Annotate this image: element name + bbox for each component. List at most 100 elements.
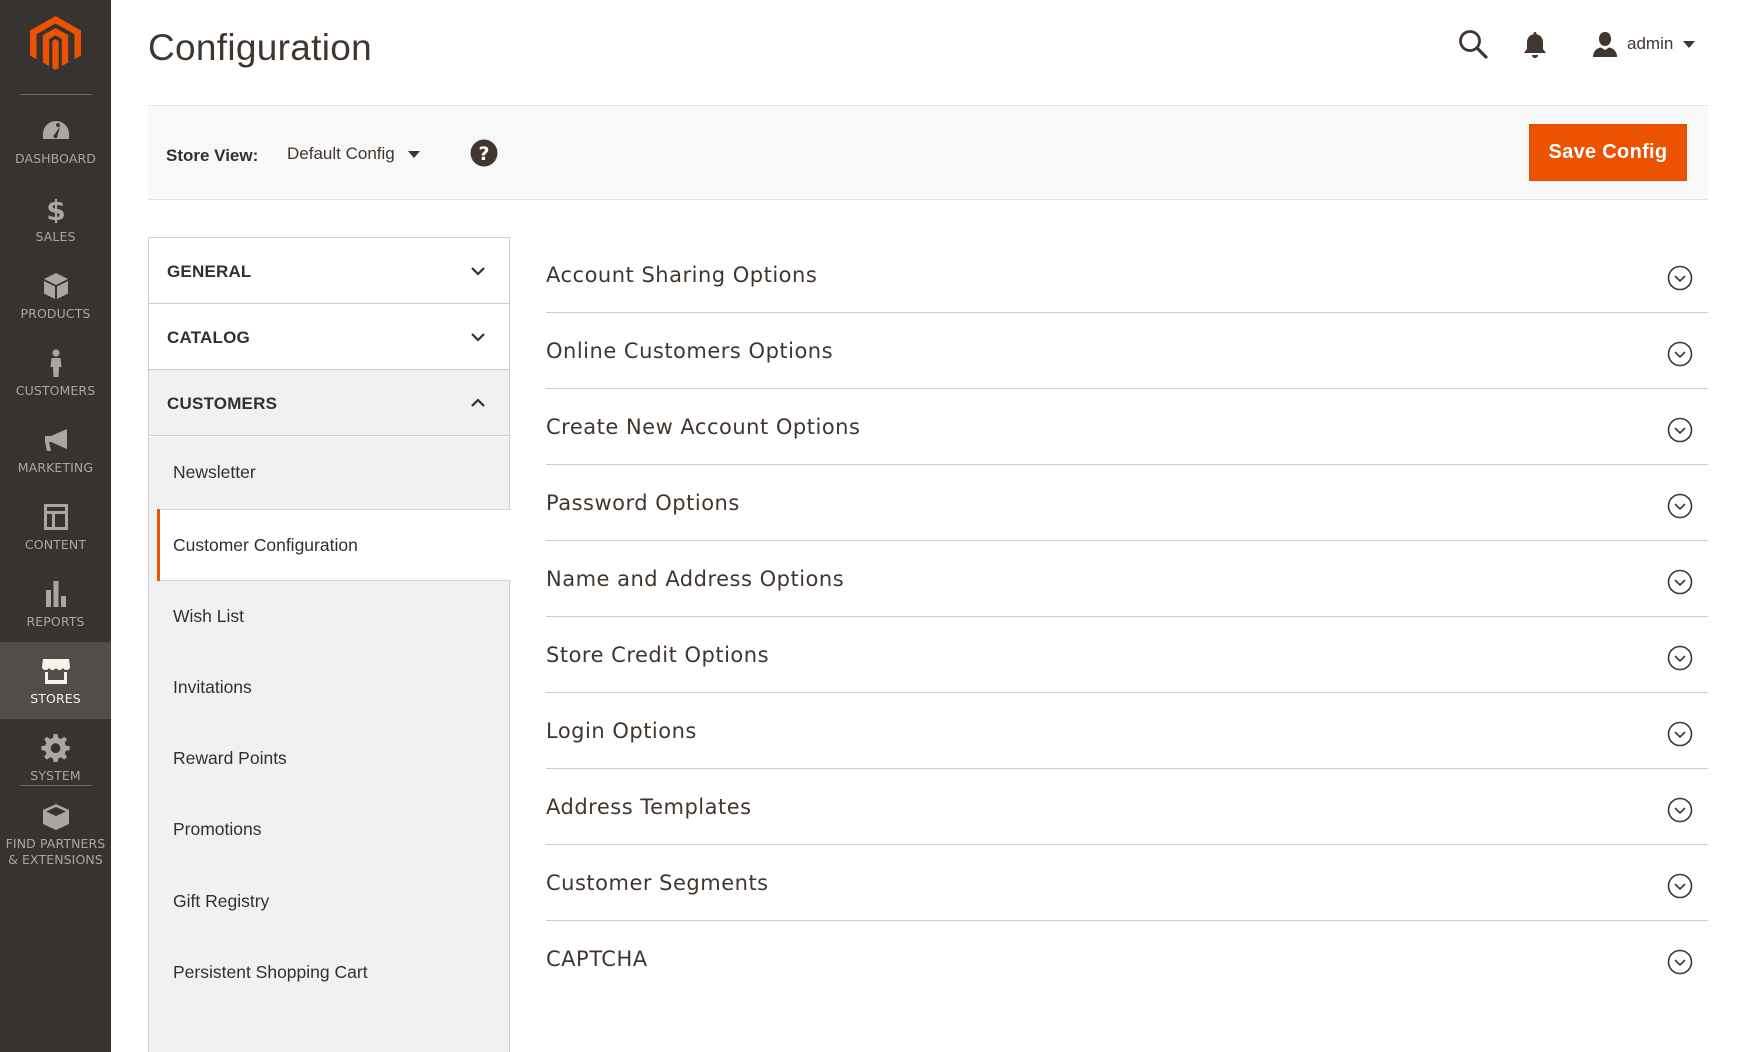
menu-item-label-2: & EXTENSIONS <box>8 852 103 867</box>
section-login-options[interactable]: Login Options <box>546 693 1708 769</box>
megaphone-icon <box>41 426 71 454</box>
chevron-up-icon <box>471 398 485 407</box>
nav-item-wish-list[interactable]: Wish List <box>149 581 509 653</box>
chevron-down-icon <box>1683 40 1696 48</box>
menu-item-stores[interactable]: STORES <box>0 642 111 719</box>
person-icon <box>41 349 71 377</box>
section-online-customers-options[interactable]: Online Customers Options <box>546 313 1708 389</box>
dashboard-icon <box>41 117 71 145</box>
section-title: Store Credit Options <box>546 643 770 667</box>
config-sections: Account Sharing Options Online Customers… <box>546 237 1708 997</box>
menu-item-content[interactable]: CONTENT <box>0 488 111 565</box>
nav-item-persistent-shopping-cart[interactable]: Persistent Shopping Cart <box>149 937 509 1009</box>
menu-divider <box>20 785 92 786</box>
blocks-icon <box>41 803 71 831</box>
notifications-button[interactable] <box>1522 30 1548 60</box>
svg-text:?: ? <box>478 143 489 165</box>
expand-circle-icon <box>1667 417 1693 443</box>
section-title: Address Templates <box>546 795 752 819</box>
menu-item-marketing[interactable]: MARKETING <box>0 411 111 488</box>
section-title: Online Customers Options <box>546 339 834 363</box>
store-view-label: Store View: <box>166 146 259 165</box>
tab-general[interactable]: GENERAL <box>148 237 510 304</box>
section-name-and-address-options[interactable]: Name and Address Options <box>546 541 1708 617</box>
menu-item-label: SALES <box>35 229 76 244</box>
menu-item-sales[interactable]: $ SALES <box>0 180 111 257</box>
menu-item-dashboard[interactable]: DASHBOARD <box>0 102 111 179</box>
section-create-new-account-options[interactable]: Create New Account Options <box>546 389 1708 465</box>
section-title: CAPTCHA <box>546 947 648 971</box>
nav-item-invitations[interactable]: Invitations <box>149 652 509 724</box>
page-actions-bar: Store View: Default Config ? Save Config <box>148 105 1708 200</box>
section-title: Account Sharing Options <box>546 263 818 287</box>
expand-circle-icon <box>1667 949 1693 975</box>
gear-icon <box>40 734 71 763</box>
expand-circle-icon <box>1667 493 1693 519</box>
admin-username: admin <box>1627 34 1674 53</box>
section-account-sharing-options[interactable]: Account Sharing Options <box>546 237 1708 313</box>
magento-logo[interactable] <box>30 16 81 70</box>
tab-customers[interactable]: CUSTOMERS <box>148 369 510 436</box>
nav-item-customer-configuration[interactable]: Customer Configuration <box>157 509 511 581</box>
tab-catalog[interactable]: CATALOG <box>148 303 510 370</box>
section-title: Password Options <box>546 491 740 515</box>
section-title: Name and Address Options <box>546 567 845 591</box>
user-icon <box>1593 32 1617 57</box>
section-title: Login Options <box>546 719 697 743</box>
nav-item-label: Gift Registry <box>173 891 270 911</box>
section-title: Customer Segments <box>546 871 769 895</box>
help-icon[interactable]: ? <box>470 139 498 167</box>
expand-circle-icon <box>1667 569 1693 595</box>
layout-icon <box>41 503 71 531</box>
save-config-button[interactable]: Save Config <box>1529 124 1687 181</box>
menu-item-label: MARKETING <box>17 460 94 475</box>
expand-circle-icon <box>1667 341 1693 367</box>
nav-item-newsletter[interactable]: Newsletter <box>149 437 509 509</box>
expand-circle-icon <box>1667 265 1693 291</box>
section-password-options[interactable]: Password Options <box>546 465 1708 541</box>
expand-circle-icon <box>1667 721 1693 747</box>
expand-circle-icon <box>1667 645 1693 671</box>
chevron-down-icon <box>471 333 485 342</box>
menu-item-label: STORES <box>30 691 81 706</box>
nav-item-label: Wish List <box>173 606 244 626</box>
svg-text:$: $ <box>46 195 65 223</box>
page-title: Configuration <box>148 27 372 68</box>
customers-subitems: Newsletter Customer Configuration Wish L… <box>148 437 511 1052</box>
box-icon <box>41 272 71 300</box>
section-customer-segments[interactable]: Customer Segments <box>546 845 1708 921</box>
section-store-credit-options[interactable]: Store Credit Options <box>546 617 1708 693</box>
tab-label: CATALOG <box>167 328 250 347</box>
admin-menu: DASHBOARD $ SALES PRODUCTS CUSTOMERS MAR… <box>0 0 111 1052</box>
dollar-icon: $ <box>41 194 71 227</box>
menu-item-label: FIND PARTNERS <box>5 836 106 851</box>
menu-item-customers[interactable]: CUSTOMERS <box>0 334 111 411</box>
menu-item-label: REPORTS <box>26 614 85 629</box>
menu-item-label: CUSTOMERS <box>15 383 96 398</box>
menu-item-label: DASHBOARD <box>14 151 97 166</box>
section-captcha[interactable]: CAPTCHA <box>546 921 1708 997</box>
menu-item-reports[interactable]: REPORTS <box>0 565 111 642</box>
menu-item-products[interactable]: PRODUCTS <box>0 257 111 334</box>
expand-circle-icon <box>1667 873 1693 899</box>
bar-chart-icon <box>41 580 71 608</box>
menu-divider <box>20 94 92 95</box>
menu-item-find-partners[interactable]: FIND PARTNERS & EXTENSIONS <box>0 788 111 880</box>
nav-item-promotions[interactable]: Promotions <box>149 794 509 866</box>
nav-item-label: Reward Points <box>173 748 287 768</box>
store-view-switcher[interactable]: Default Config <box>287 144 420 164</box>
nav-item-label: Promotions <box>173 819 262 839</box>
nav-item-gift-registry[interactable]: Gift Registry <box>149 866 509 938</box>
nav-item-label: Persistent Shopping Cart <box>173 962 368 982</box>
admin-user-menu[interactable]: admin <box>1591 28 1696 60</box>
chevron-down-icon <box>407 150 420 158</box>
menu-item-label: SYSTEM <box>30 768 81 783</box>
section-address-templates[interactable]: Address Templates <box>546 769 1708 845</box>
nav-item-label: Newsletter <box>173 462 256 482</box>
tab-label: GENERAL <box>167 262 252 281</box>
storefront-icon <box>41 657 71 685</box>
menu-item-label: PRODUCTS <box>20 306 91 321</box>
global-search-button[interactable] <box>1457 28 1489 60</box>
search-icon <box>1459 30 1488 59</box>
nav-item-reward-points[interactable]: Reward Points <box>149 723 509 795</box>
